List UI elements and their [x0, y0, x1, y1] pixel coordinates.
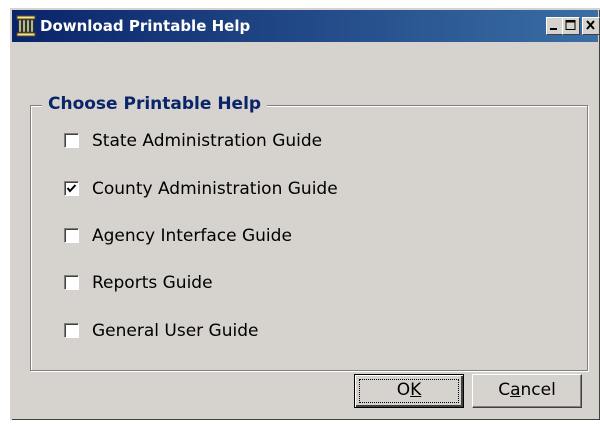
- cancel-label-pre: C: [498, 380, 511, 400]
- checkbox[interactable]: [64, 275, 79, 290]
- cancel-label: Cancel: [498, 380, 556, 400]
- close-icon: [586, 20, 595, 30]
- dialog-window: Download Printable Help Choose Printable…: [10, 8, 600, 420]
- option-label: State Administration Guide: [92, 131, 323, 151]
- checkbox[interactable]: [64, 323, 79, 338]
- checkmark-icon: [66, 184, 77, 193]
- cancel-label-post: ncel: [520, 380, 556, 400]
- title-bar[interactable]: Download Printable Help: [12, 10, 600, 42]
- cancel-button[interactable]: Cancel: [472, 374, 582, 408]
- option-label: Reports Guide: [92, 273, 213, 293]
- checkbox[interactable]: [64, 133, 79, 148]
- ok-button[interactable]: OK: [354, 374, 464, 408]
- option-label: General User Guide: [92, 321, 259, 341]
- maximize-icon: [565, 20, 576, 30]
- focus-rectangle: [359, 379, 459, 403]
- window-title: Download Printable Help: [40, 17, 251, 35]
- minimize-icon: [550, 28, 557, 30]
- maximize-button[interactable]: [562, 17, 580, 35]
- group-title: Choose Printable Help: [42, 93, 268, 115]
- close-button[interactable]: [582, 17, 600, 35]
- checkbox[interactable]: [64, 181, 79, 196]
- option-label: County Administration Guide: [92, 179, 338, 199]
- option-label: Agency Interface Guide: [92, 226, 292, 246]
- cancel-accelerator-key: a: [510, 380, 521, 400]
- checkbox[interactable]: [64, 228, 79, 243]
- library-columns-icon: [16, 15, 36, 37]
